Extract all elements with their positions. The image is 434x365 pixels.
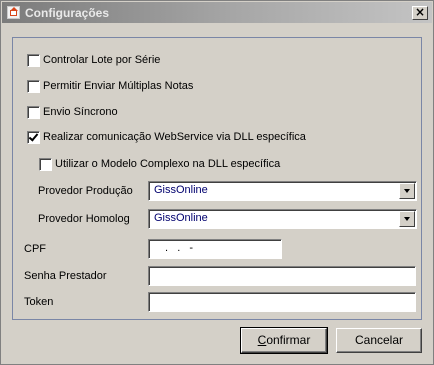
dll-especifica-checkbox[interactable]: [27, 131, 40, 144]
envio-sincrono-checkbox[interactable]: [27, 106, 40, 119]
token-input[interactable]: [148, 292, 416, 312]
dll-especifica-label: Realizar comunicação WebService via DLL …: [43, 131, 306, 143]
window-title: Configurações: [25, 6, 110, 20]
provedor-producao-select[interactable]: GissOnline: [148, 181, 417, 201]
senha-prestador-label: Senha Prestador: [24, 270, 107, 282]
chevron-down-icon[interactable]: [399, 183, 415, 199]
provedor-producao-label: Provedor Produção: [38, 185, 133, 197]
settings-group-box: Controlar Lote por Série Permitir Enviar…: [12, 37, 422, 320]
modelo-complexo-label: Utilizar o Modelo Complexo na DLL especí…: [55, 158, 281, 170]
chevron-down-icon[interactable]: [399, 211, 415, 227]
provedor-homolog-select[interactable]: GissOnline: [148, 209, 417, 229]
cpf-input[interactable]: . . -: [148, 239, 282, 259]
title-bar[interactable]: Configurações ×: [2, 2, 432, 23]
token-label: Token: [24, 296, 54, 308]
provedor-homolog-value: GissOnline: [154, 212, 208, 224]
senha-prestador-input[interactable]: [148, 266, 416, 286]
multiplas-notas-label: Permitir Enviar Múltiplas Notas: [43, 80, 194, 92]
confirmar-label: onfirmar: [266, 333, 311, 347]
modelo-complexo-checkbox[interactable]: [39, 158, 52, 171]
multiplas-notas-checkbox[interactable]: [27, 80, 40, 93]
controlar-lote-checkbox[interactable]: [27, 54, 40, 67]
close-button[interactable]: ×: [412, 6, 428, 20]
cancelar-button[interactable]: Cancelar: [336, 328, 422, 353]
envio-sincrono-label: Envio Síncrono: [43, 106, 118, 118]
provedor-producao-value: GissOnline: [154, 184, 208, 196]
provedor-homolog-label: Provedor Homolog: [38, 213, 130, 225]
confirmar-button[interactable]: Confirmar: [240, 327, 328, 354]
app-home-icon: [7, 6, 20, 19]
cpf-label: CPF: [24, 243, 46, 255]
configuracoes-dialog: Configurações × Controlar Lote por Série…: [0, 0, 434, 365]
cpf-mask: . . -: [161, 242, 195, 254]
controlar-lote-label: Controlar Lote por Série: [43, 54, 161, 66]
